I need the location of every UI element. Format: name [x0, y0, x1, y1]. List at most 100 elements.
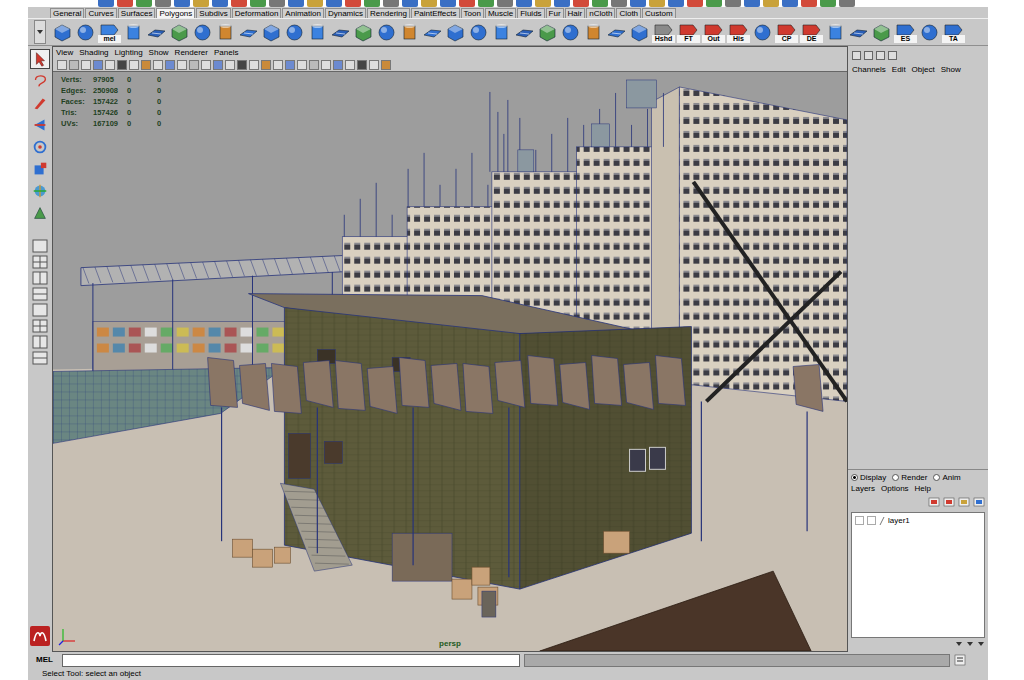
shelf-tool-icon[interactable]: [491, 22, 512, 43]
layer-mode-radio[interactable]: Render: [892, 472, 927, 483]
shelf-tab[interactable]: Surfaces: [118, 8, 156, 18]
channel-box-menu-item[interactable]: Show: [941, 64, 961, 75]
panel-tool-icon[interactable]: [213, 60, 223, 70]
status-icon[interactable]: [269, 0, 285, 7]
channel-box-toggle-icon[interactable]: [876, 51, 885, 60]
panel-menu-item[interactable]: Show: [149, 47, 169, 59]
status-icon[interactable]: [383, 0, 399, 7]
layout-icon[interactable]: [32, 335, 48, 349]
status-icon[interactable]: [801, 0, 817, 7]
shelf-tool-icon[interactable]: [146, 22, 167, 43]
panel-tool-icon[interactable]: [177, 60, 187, 70]
panel-tool-icon[interactable]: [105, 60, 115, 70]
scroll-arrow-icon[interactable]: [977, 639, 985, 650]
shelf-tool-icon[interactable]: [307, 22, 328, 43]
shelf-button[interactable]: Hshd: [652, 22, 675, 43]
shelf-tool-icon[interactable]: [353, 22, 374, 43]
status-icon[interactable]: [193, 0, 209, 7]
status-icon[interactable]: [174, 0, 190, 7]
layer-row[interactable]: layer1: [852, 513, 984, 528]
shelf-tool-icon[interactable]: [376, 22, 397, 43]
viewport[interactable]: Verts:9790500Edges:25090800Faces:1574220…: [53, 72, 847, 651]
shelf-tab[interactable]: Animation: [282, 8, 324, 18]
shelf-button[interactable]: TA: [942, 22, 965, 43]
status-icon[interactable]: [478, 0, 494, 7]
shelf-tool-icon[interactable]: [606, 22, 627, 43]
shelf-button[interactable]: DE: [800, 22, 823, 43]
tool-icon[interactable]: [30, 49, 50, 69]
tool-icon[interactable]: [30, 203, 50, 223]
shelf-tool-icon[interactable]: [468, 22, 489, 43]
panel-tool-icon[interactable]: [153, 60, 163, 70]
panel-menu-item[interactable]: Panels: [214, 47, 238, 59]
panel-tool-icon[interactable]: [117, 60, 127, 70]
panel-tool-icon[interactable]: [141, 60, 151, 70]
panel-tool-icon[interactable]: [201, 60, 211, 70]
panel-tool-icon[interactable]: [321, 60, 331, 70]
shelf-tool-icon[interactable]: [52, 22, 73, 43]
shelf-tab[interactable]: Custom: [642, 8, 676, 18]
shelf-tab[interactable]: Polygons: [156, 8, 195, 18]
panel-tool-icon[interactable]: [381, 60, 391, 70]
script-editor-icon[interactable]: [954, 654, 966, 666]
panel-menu-item[interactable]: Renderer: [175, 47, 208, 59]
shelf-button[interactable]: Out: [702, 22, 725, 43]
status-icon[interactable]: [687, 0, 703, 7]
panel-tool-icon[interactable]: [249, 60, 259, 70]
panel-tool-icon[interactable]: [285, 60, 295, 70]
command-input[interactable]: [62, 654, 520, 667]
status-icon[interactable]: [345, 0, 361, 7]
shelf-tool-icon[interactable]: [445, 22, 466, 43]
status-icon[interactable]: [326, 0, 342, 7]
layer-menu-item[interactable]: Layers: [851, 483, 875, 494]
panel-tool-icon[interactable]: [93, 60, 103, 70]
shelf-tool-icon[interactable]: [848, 22, 869, 43]
panel-tool-icon[interactable]: [273, 60, 283, 70]
layout-icon[interactable]: [32, 271, 48, 285]
shelf-tool-icon[interactable]: [399, 22, 420, 43]
panel-tool-icon[interactable]: [261, 60, 271, 70]
shelf-tab[interactable]: Subdivs: [196, 8, 230, 18]
shelf-button[interactable]: ES: [894, 22, 917, 43]
panel-tool-icon[interactable]: [81, 60, 91, 70]
shelf-button[interactable]: FT: [677, 22, 700, 43]
layer-menu-item[interactable]: Help: [915, 483, 931, 494]
shelf-button[interactable]: mel: [98, 22, 121, 43]
shelf-tool-icon[interactable]: [752, 22, 773, 43]
panel-tool-icon[interactable]: [237, 60, 247, 70]
panel-tool-icon[interactable]: [57, 60, 67, 70]
status-icon[interactable]: [649, 0, 665, 7]
panel-tool-icon[interactable]: [333, 60, 343, 70]
channel-box-menu-item[interactable]: Edit: [892, 64, 906, 75]
command-language-label[interactable]: MEL: [36, 655, 58, 665]
channel-box-menu-item[interactable]: Object: [912, 64, 935, 75]
shelf-menu-icon[interactable]: [34, 20, 46, 44]
status-icon[interactable]: [364, 0, 380, 7]
status-icon[interactable]: [763, 0, 779, 7]
layer-color-icon[interactable]: [879, 515, 885, 526]
shelf-tool-icon[interactable]: [537, 22, 558, 43]
panel-tool-icon[interactable]: [225, 60, 235, 70]
tool-icon[interactable]: [30, 115, 50, 135]
layout-icon[interactable]: [32, 319, 48, 333]
shelf-tool-icon[interactable]: [871, 22, 892, 43]
status-icon[interactable]: [573, 0, 589, 7]
status-icon[interactable]: [212, 0, 228, 7]
layout-icon[interactable]: [32, 303, 48, 317]
scroll-arrow-icon[interactable]: [966, 639, 974, 650]
shelf-tab[interactable]: Muscle: [485, 8, 516, 18]
panel-tool-icon[interactable]: [297, 60, 307, 70]
shelf-tool-icon[interactable]: [123, 22, 144, 43]
layer-menu-item[interactable]: Options: [881, 483, 909, 494]
shelf-tab[interactable]: Toon: [461, 8, 484, 18]
shelf-tab[interactable]: Dynamics: [325, 8, 366, 18]
panel-tool-icon[interactable]: [309, 60, 319, 70]
shelf-tool-icon[interactable]: [514, 22, 535, 43]
status-icon[interactable]: [725, 0, 741, 7]
shelf-tool-icon[interactable]: [75, 22, 96, 43]
panel-tool-icon[interactable]: [129, 60, 139, 70]
status-icon[interactable]: [592, 0, 608, 7]
status-icon[interactable]: [117, 0, 133, 7]
shelf-tool-icon[interactable]: [629, 22, 650, 43]
layer-tool-icon[interactable]: [928, 496, 940, 508]
